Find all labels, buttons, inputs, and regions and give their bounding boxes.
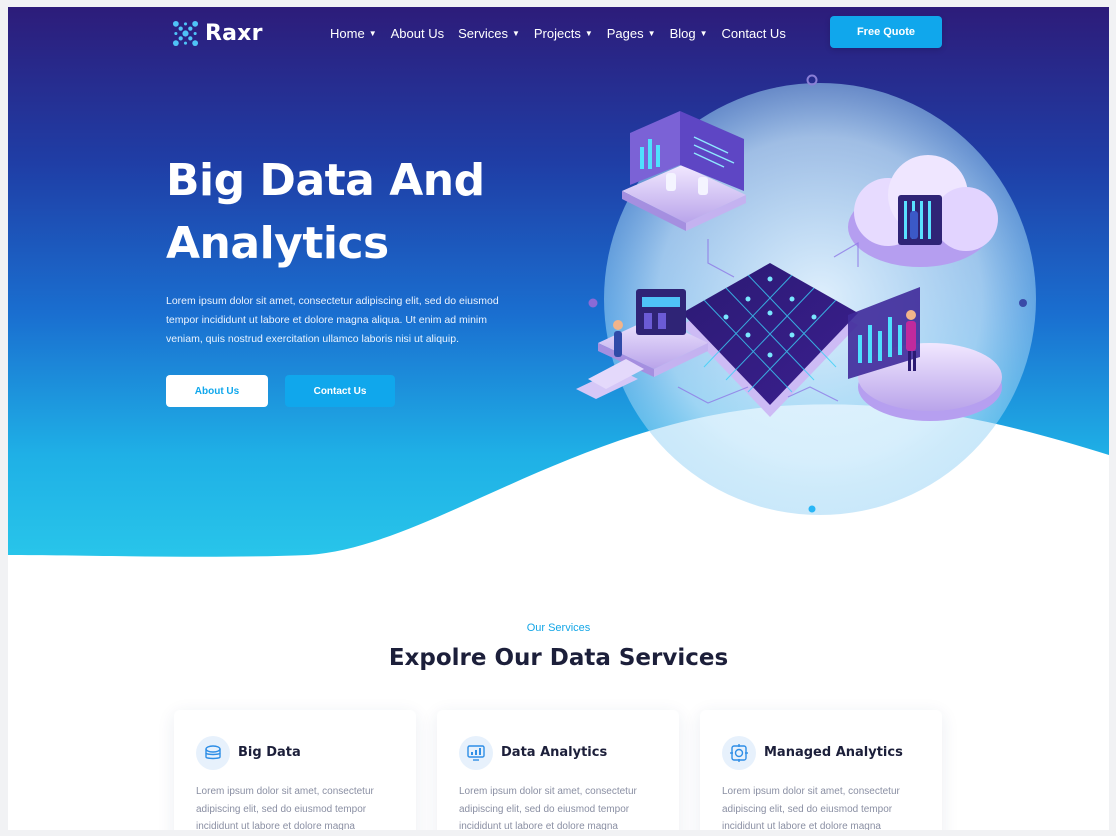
main-menu: Home ▼ About Us Services ▼ Projects ▼ Pages… bbox=[330, 26, 800, 41]
chevron-down-icon: ▼ bbox=[584, 29, 593, 38]
data-analytics-icon bbox=[459, 736, 493, 770]
card-description: Lorem ipsum dolor sit amet, consectetur … bbox=[459, 786, 637, 830]
service-card-data-analytics[interactable]: Data Analytics Lorem ipsum dolor sit ame… bbox=[437, 710, 679, 830]
card-title: Managed Analytics bbox=[764, 745, 903, 760]
chevron-down-icon: ▼ bbox=[647, 29, 656, 38]
nav-item-services[interactable]: Services ▼ bbox=[458, 26, 520, 41]
nav-item-pages[interactable]: Pages ▼ bbox=[607, 26, 656, 41]
nav-item-blog[interactable]: Blog ▼ bbox=[670, 26, 708, 41]
nav-item-about-us[interactable]: About Us bbox=[391, 26, 444, 41]
managed-analytics-icon bbox=[722, 736, 756, 770]
services-subtitle: Our Services bbox=[526, 622, 591, 634]
hero-description: Lorem ipsum dolor sit amet, consectetur … bbox=[166, 295, 499, 345]
about-us-button[interactable]: About Us bbox=[166, 375, 268, 407]
nav-item-label: Pages bbox=[606, 26, 644, 41]
hero-title: Big Data And Analytics bbox=[166, 149, 526, 275]
chevron-down-icon: ▼ bbox=[368, 29, 377, 38]
card-description: Lorem ipsum dolor sit amet, consectetur … bbox=[722, 786, 900, 830]
nav-item-label: About Us bbox=[390, 26, 445, 41]
card-description: Lorem ipsum dolor sit amet, consectetur … bbox=[196, 786, 374, 830]
nav-item-projects[interactable]: Projects ▼ bbox=[534, 26, 593, 41]
chevron-down-icon: ▼ bbox=[699, 29, 708, 38]
services-title: Expolre Our Data Services bbox=[388, 645, 729, 671]
nav-item-label: Services bbox=[458, 26, 508, 41]
card-title: Data Analytics bbox=[501, 745, 608, 760]
contact-us-button[interactable]: Contact Us bbox=[285, 375, 395, 407]
nav-item-label: Home bbox=[330, 26, 365, 41]
brand-name: Raxr bbox=[205, 21, 263, 46]
service-card-big-data[interactable]: Big Data Lorem ipsum dolor sit amet, con… bbox=[174, 710, 416, 830]
hero-title-line-2: Analytics bbox=[166, 218, 389, 269]
logo-mark-icon bbox=[172, 20, 199, 47]
big-data-icon bbox=[196, 736, 230, 770]
service-card-managed-analytics[interactable]: Managed Analytics Lorem ipsum dolor sit … bbox=[700, 710, 942, 830]
free-quote-button[interactable]: Free Quote bbox=[830, 16, 942, 48]
nav-item-label: Blog bbox=[669, 26, 696, 41]
chevron-down-icon: ▼ bbox=[511, 29, 520, 38]
hero-isometric-illustration bbox=[576, 74, 1036, 515]
nav-item-contact-us[interactable]: Contact Us bbox=[722, 26, 786, 41]
page-frame: Raxr Home ▼ About Us Services ▼ Projects ▼ … bbox=[8, 7, 1109, 830]
top-navigation: Raxr Home ▼ About Us Services ▼ Projects ▼ … bbox=[8, 7, 1109, 63]
nav-item-home[interactable]: Home ▼ bbox=[330, 26, 377, 41]
hero-section: Raxr Home ▼ About Us Services ▼ Projects ▼ … bbox=[8, 7, 1109, 567]
nav-item-label: Projects bbox=[533, 26, 581, 41]
brand-logo[interactable]: Raxr bbox=[172, 20, 263, 47]
nav-item-label: Contact Us bbox=[721, 26, 786, 41]
card-title: Big Data bbox=[238, 745, 301, 760]
hero-title-line-1: Big Data And bbox=[166, 155, 485, 206]
